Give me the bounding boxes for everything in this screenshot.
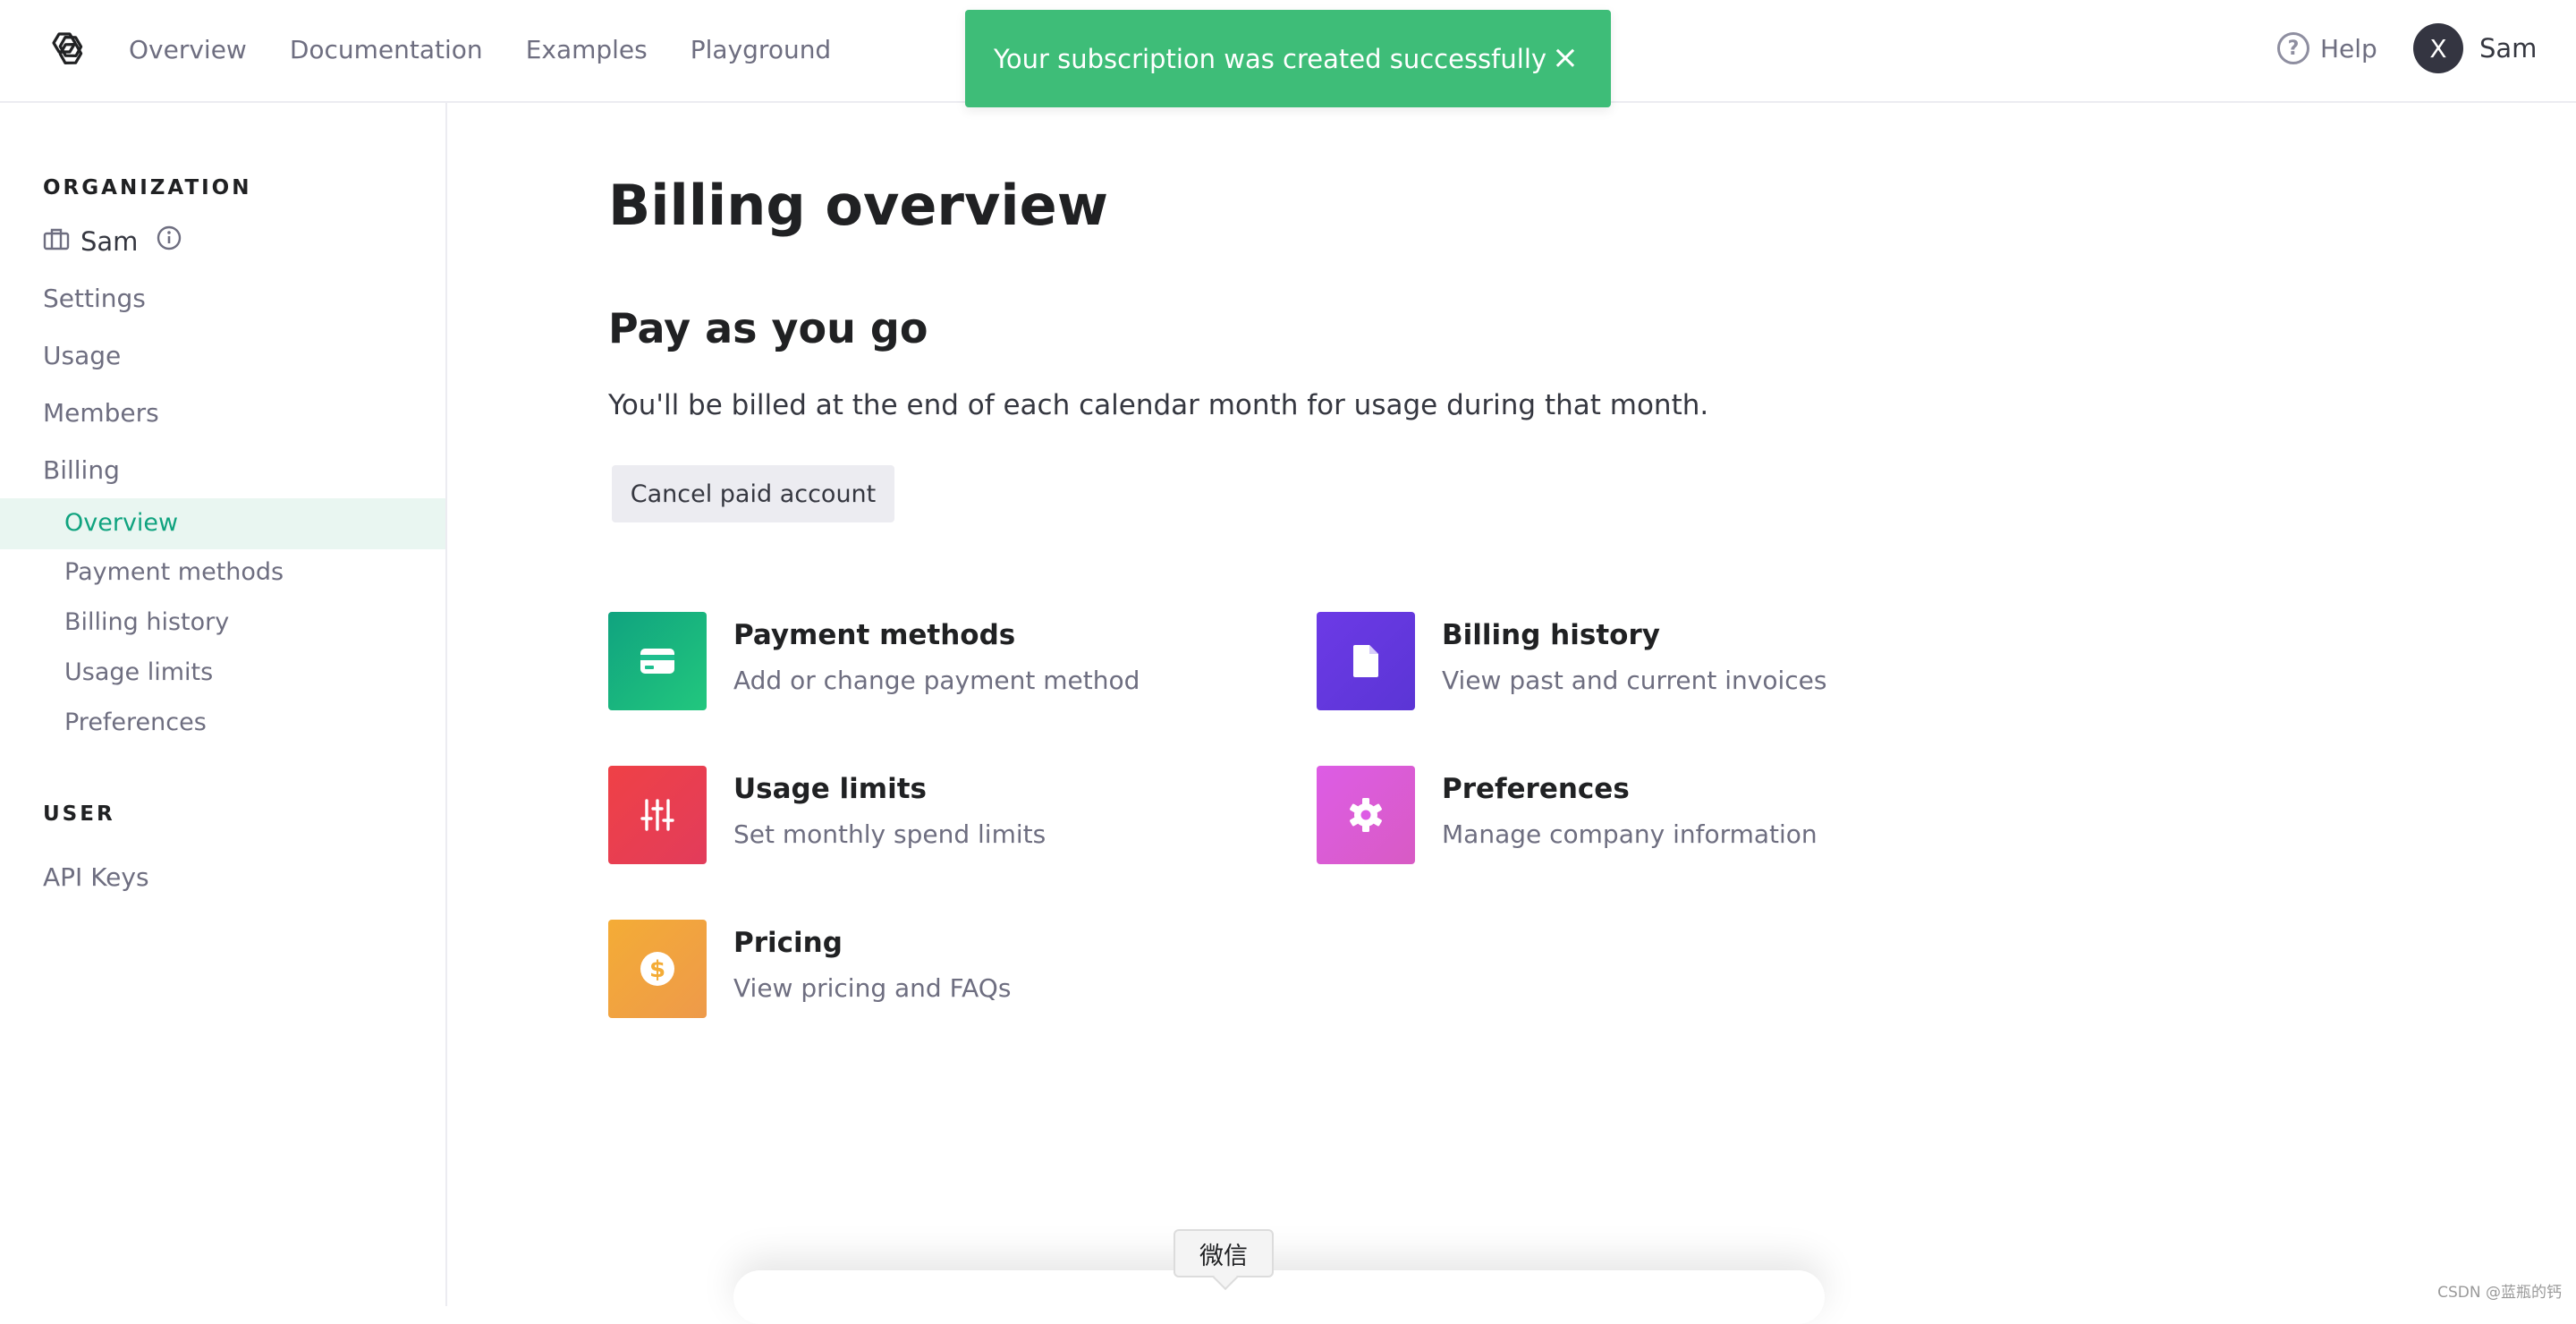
user-menu[interactable]: X Sam [2413,23,2537,73]
sidebar-subitem-payment-methods[interactable]: Payment methods [64,558,284,586]
dollar-circle-icon: $ [608,920,707,1018]
card-title: Preferences [1442,773,1630,805]
gear-icon [1317,766,1415,864]
card-billing-history[interactable]: Billing history View past and current in… [1317,612,1943,710]
cancel-paid-account-button[interactable]: Cancel paid account [612,465,894,522]
card-subtitle: Add or change payment method [733,666,1140,695]
card-subtitle: View past and current invoices [1442,666,1827,695]
help-button[interactable]: ? Help [2277,32,2377,64]
sidebar: ORGANIZATION Sam Settings Usage Members … [0,103,447,1306]
sliders-icon [608,766,707,864]
card-pricing[interactable]: $ Pricing View pricing and FAQs [608,920,1234,1018]
sidebar-subitem-overview[interactable]: Overview [0,498,445,549]
nav-overview[interactable]: Overview [129,35,247,64]
card-title: Pricing [733,927,843,959]
card-preferences[interactable]: Preferences Manage company information [1317,766,1943,864]
plan-title: Pay as you go [608,304,928,352]
sidebar-subitem-usage-limits[interactable]: Usage limits [64,658,213,686]
primary-nav: Overview Documentation Examples Playgrou… [129,0,831,98]
sidebar-item-usage[interactable]: Usage [43,341,121,370]
card-title: Usage limits [733,773,928,805]
sidebar-item-members[interactable]: Members [43,398,159,428]
card-usage-limits[interactable]: Usage limits Set monthly spend limits [608,766,1234,864]
sidebar-item-api-keys[interactable]: API Keys [43,862,149,892]
avatar: X [2413,23,2463,73]
document-icon [1317,612,1415,710]
sidebar-subitem-billing-history[interactable]: Billing history [64,608,229,636]
card-subtitle: Set monthly spend limits [733,819,1046,849]
main-content: Billing overview Pay as you go You'll be… [447,103,2576,1306]
wechat-tooltip: 微信 [1174,1229,1274,1277]
sidebar-item-settings[interactable]: Settings [43,284,146,313]
credit-card-icon [608,612,707,710]
organization-name: Sam [80,225,139,257]
help-label: Help [2320,33,2377,64]
card-payment-methods[interactable]: Payment methods Add or change payment me… [608,612,1234,710]
svg-text:$: $ [649,956,665,983]
page-title: Billing overview [608,173,1108,238]
sidebar-item-billing[interactable]: Billing [43,455,120,485]
sidebar-subitem-overview-label: Overview [64,509,179,537]
close-icon[interactable]: × [1552,38,1579,78]
briefcase-icon [43,226,70,257]
info-icon[interactable] [156,225,182,258]
card-title: Billing history [1442,619,1660,651]
nav-examples[interactable]: Examples [526,35,648,64]
card-subtitle: View pricing and FAQs [733,973,1012,1003]
question-circle-icon: ? [2277,32,2309,64]
toast-message: Your subscription was created successful… [994,43,1547,74]
card-title: Payment methods [733,619,1016,651]
user-heading: USER [43,802,115,826]
user-name: Sam [2479,33,2538,64]
openai-logo-icon[interactable] [41,27,88,73]
plan-description: You'll be billed at the end of each cale… [608,389,1709,421]
nav-documentation[interactable]: Documentation [290,35,483,64]
watermark: CSDN @蓝瓶的钙 [2437,1284,2562,1302]
organization-heading: ORGANIZATION [43,176,252,199]
success-toast: Your subscription was created successful… [965,10,1611,107]
nav-playground[interactable]: Playground [691,35,831,64]
sidebar-subitem-preferences[interactable]: Preferences [64,709,207,736]
bottom-dock-shadow [733,1270,1825,1324]
organization-name-row: Sam [43,225,182,258]
card-subtitle: Manage company information [1442,819,1818,849]
